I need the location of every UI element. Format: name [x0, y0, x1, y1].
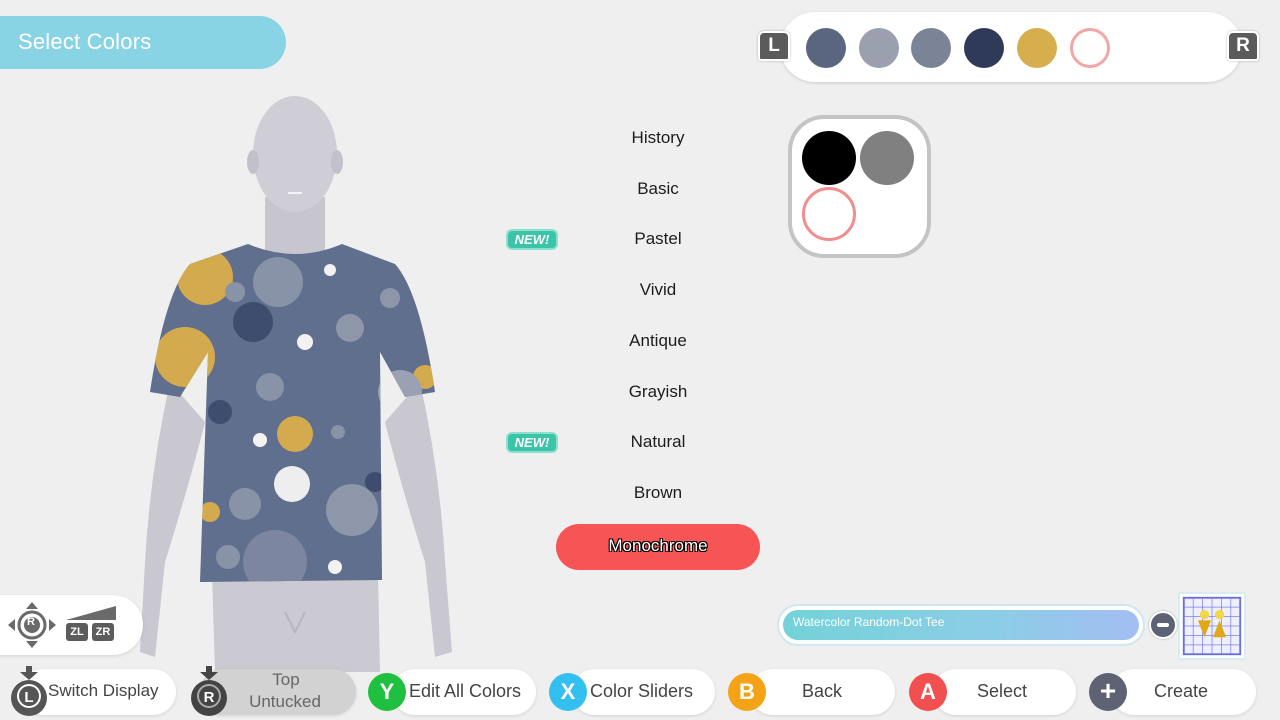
- r-stick-press-icon: R: [191, 666, 227, 716]
- mannequin-legs: [212, 572, 380, 672]
- l-stick-press-icon: L: [11, 666, 47, 716]
- minus-button-icon[interactable]: [1149, 611, 1177, 639]
- item-name: Watercolor Random-Dot Tee: [793, 615, 945, 629]
- mannequin-head: [253, 96, 337, 212]
- edit-all-colors-button[interactable]: Edit All Colors: [392, 669, 536, 715]
- new-badge: NEW!: [506, 229, 558, 250]
- right-stick-label: R: [27, 616, 35, 628]
- mannequin-preview[interactable]: [130, 92, 460, 672]
- r-shoulder-button-icon[interactable]: R: [1227, 31, 1259, 61]
- item-name-bar: Watercolor Random-Dot Tee: [777, 604, 1145, 646]
- preview-color-2: [860, 131, 914, 185]
- category-monochrome[interactable]: Monochrome: [556, 523, 760, 570]
- palette-swatch[interactable]: [964, 28, 1005, 68]
- screen-title: Select Colors: [18, 29, 152, 54]
- preview-color-3: [802, 187, 856, 241]
- category-basic[interactable]: Basic: [556, 169, 760, 215]
- category-vivid[interactable]: Vivid: [556, 270, 760, 316]
- create-button[interactable]: Create: [1111, 669, 1256, 715]
- back-button[interactable]: Back: [750, 669, 895, 715]
- zoom-level-ramp-icon: [66, 606, 116, 620]
- category-history[interactable]: History: [556, 118, 760, 164]
- category-pastel[interactable]: Pastel: [556, 219, 760, 265]
- category-natural[interactable]: Natural: [556, 422, 760, 468]
- l-shoulder-button-icon[interactable]: L: [758, 31, 790, 61]
- mannequin-arm-right: [385, 382, 452, 657]
- color-sliders-button[interactable]: Color Sliders: [572, 669, 715, 715]
- svg-text:L: L: [24, 689, 33, 706]
- palette-swatch[interactable]: [806, 28, 846, 68]
- zr-button-icon[interactable]: ZR: [92, 623, 114, 641]
- palette-swatch-bar: [780, 12, 1242, 82]
- category-grayish[interactable]: Grayish: [556, 372, 760, 418]
- category-antique[interactable]: Antique: [556, 321, 760, 367]
- color-preview-box: [788, 115, 931, 258]
- mannequin-arm-left: [140, 382, 205, 657]
- b-button-icon: B: [728, 673, 766, 711]
- x-button-icon: X: [549, 673, 587, 711]
- new-badge: NEW!: [506, 431, 558, 453]
- category-brown[interactable]: Brown: [556, 473, 760, 519]
- y-button-icon: Y: [368, 673, 406, 711]
- select-button[interactable]: Select: [933, 669, 1076, 715]
- palette-swatch[interactable]: [1069, 28, 1110, 68]
- plus-button-icon: +: [1089, 673, 1127, 711]
- screen-title-banner: Select Colors: [0, 16, 286, 69]
- a-button-icon: A: [909, 673, 947, 711]
- svg-text:R: R: [204, 689, 215, 706]
- item-thumbnail[interactable]: [1178, 592, 1246, 660]
- preview-color-1: [802, 131, 856, 185]
- zl-button-icon[interactable]: ZL: [66, 623, 88, 641]
- palette-swatch[interactable]: [1016, 28, 1057, 68]
- palette-swatch[interactable]: [858, 28, 899, 68]
